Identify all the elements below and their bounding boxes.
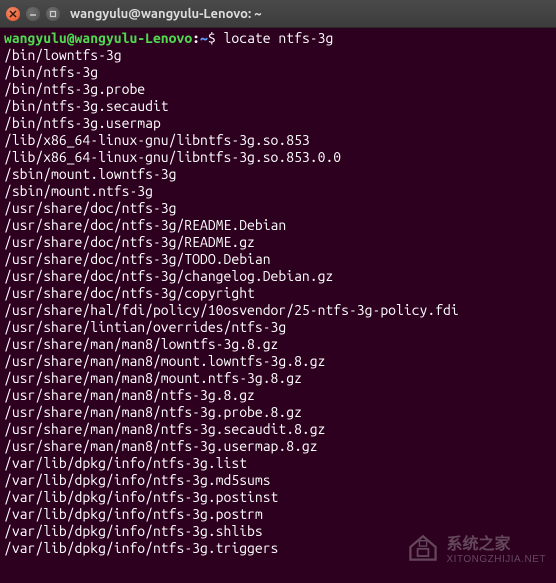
output-line: /usr/share/man/man8/ntfs-3g.8.gz	[4, 387, 552, 404]
output-line: /var/lib/dpkg/info/ntfs-3g.shlibs	[4, 523, 552, 540]
output-line: /usr/share/hal/fdi/policy/10osvendor/25-…	[4, 302, 552, 319]
titlebar: wangyulu@wangyulu-Lenovo: ~	[0, 0, 556, 28]
output-line: /var/lib/dpkg/info/ntfs-3g.md5sums	[4, 472, 552, 489]
minimize-icon	[29, 10, 37, 18]
window-controls	[6, 7, 60, 21]
output-line: /usr/share/man/man8/mount.ntfs-3g.8.gz	[4, 370, 552, 387]
output-line: /usr/share/lintian/overrides/ntfs-3g	[4, 319, 552, 336]
close-icon	[9, 10, 17, 18]
output-line: /bin/ntfs-3g.secaudit	[4, 98, 552, 115]
output-line: /usr/share/doc/ntfs-3g	[4, 200, 552, 217]
prompt-user-host: wangyulu@wangyulu-Lenovo	[4, 30, 192, 46]
output-line: /usr/share/doc/ntfs-3g/README.gz	[4, 234, 552, 251]
output-line: /usr/share/doc/ntfs-3g/README.Debian	[4, 217, 552, 234]
output-line: /lib/x86_64-linux-gnu/libntfs-3g.so.853	[4, 132, 552, 149]
output-line: /usr/share/man/man8/ntfs-3g.usermap.8.gz	[4, 438, 552, 455]
terminal-output: /bin/lowntfs-3g/bin/ntfs-3g/bin/ntfs-3g.…	[4, 47, 552, 557]
command-text: locate ntfs-3g	[224, 30, 334, 46]
output-line: /usr/share/man/man8/ntfs-3g.probe.8.gz	[4, 404, 552, 421]
prompt-symbol: $	[208, 30, 216, 46]
output-line: /usr/share/doc/ntfs-3g/TODO.Debian	[4, 251, 552, 268]
output-line: /usr/share/man/man8/ntfs-3g.secaudit.8.g…	[4, 421, 552, 438]
output-line: /bin/lowntfs-3g	[4, 47, 552, 64]
output-line: /var/lib/dpkg/info/ntfs-3g.postinst	[4, 489, 552, 506]
output-line: /usr/share/doc/ntfs-3g/copyright	[4, 285, 552, 302]
terminal-area[interactable]: wangyulu@wangyulu-Lenovo:~$ locate ntfs-…	[0, 28, 556, 583]
maximize-icon	[49, 10, 57, 18]
output-line: /lib/x86_64-linux-gnu/libntfs-3g.so.853.…	[4, 149, 552, 166]
maximize-button[interactable]	[46, 7, 60, 21]
output-line: /usr/share/doc/ntfs-3g/changelog.Debian.…	[4, 268, 552, 285]
prompt-path: ~	[200, 30, 208, 46]
window-title: wangyulu@wangyulu-Lenovo: ~	[70, 7, 262, 21]
output-line: /bin/ntfs-3g	[4, 64, 552, 81]
output-line: /var/lib/dpkg/info/ntfs-3g.list	[4, 455, 552, 472]
output-line: /var/lib/dpkg/info/ntfs-3g.triggers	[4, 540, 552, 557]
output-line: /sbin/mount.ntfs-3g	[4, 183, 552, 200]
output-line: /var/lib/dpkg/info/ntfs-3g.postrm	[4, 506, 552, 523]
output-line: /bin/ntfs-3g.probe	[4, 81, 552, 98]
prompt-separator: :	[192, 30, 200, 46]
output-line: /usr/share/man/man8/mount.lowntfs-3g.8.g…	[4, 353, 552, 370]
output-line: /usr/share/man/man8/lowntfs-3g.8.gz	[4, 336, 552, 353]
output-line: /bin/ntfs-3g.usermap	[4, 115, 552, 132]
output-line: /sbin/mount.lowntfs-3g	[4, 166, 552, 183]
minimize-button[interactable]	[26, 7, 40, 21]
close-button[interactable]	[6, 7, 20, 21]
